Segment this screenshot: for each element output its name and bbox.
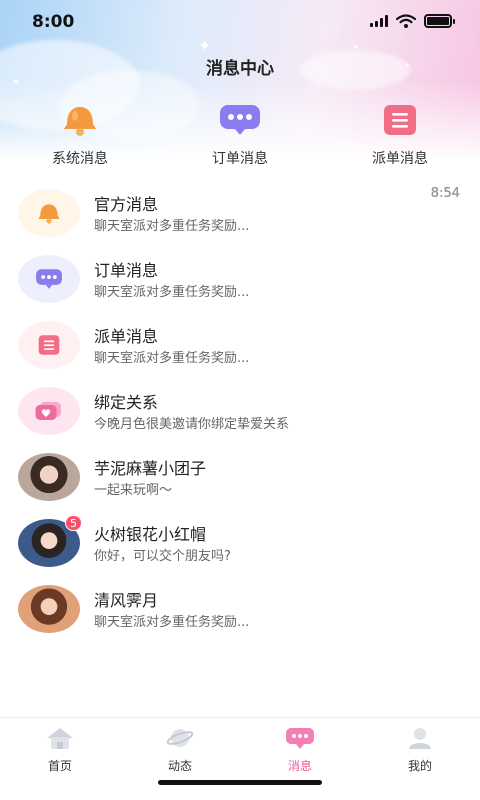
tab-profile[interactable]: 我的 — [360, 718, 480, 800]
message-time: 8:54 — [430, 186, 460, 201]
status-icons — [370, 14, 455, 28]
message-preview: 一起来玩啊～ — [94, 483, 173, 498]
bell-icon — [18, 189, 80, 237]
list-item[interactable]: 清风霁月 聊天室派对多重任务奖励... 8:54 — [0, 186, 480, 642]
message-title: 芋泥麻薯小团子 — [94, 459, 207, 478]
tab-messages[interactable]: 消息 — [240, 718, 360, 800]
message-preview: 今晚月色很美邀请你绑定挚爱关系 — [94, 417, 290, 432]
list-item[interactable]: 芋泥麻薯小团子 一起来玩啊～ 8:54 — [0, 186, 480, 510]
tab-home[interactable]: 首页 — [0, 718, 120, 800]
wifi-icon — [396, 14, 416, 28]
status-time: 8:00 — [32, 12, 75, 32]
battery-icon — [424, 14, 455, 28]
message-title: 清风霁月 — [94, 591, 159, 610]
tab-label: 动态 — [167, 759, 192, 773]
avatar — [18, 453, 80, 501]
message-preview: 聊天室派对多重任务奖励... — [94, 351, 250, 366]
list-item[interactable]: 绑定关系 今晚月色很美邀请你绑定挚爱关系 8:54 — [0, 186, 480, 444]
quick-label: 订单消息 — [212, 151, 268, 167]
page-title: 消息中心 — [206, 59, 274, 79]
avatar: 5 — [18, 515, 82, 567]
chat-bubble-icon — [18, 255, 80, 303]
quick-system-messages[interactable]: 系统消息 — [0, 100, 160, 168]
bell-icon — [58, 100, 102, 140]
tab-label: 消息 — [287, 759, 312, 773]
message-title: 官方消息 — [94, 195, 159, 214]
message-preview: 你好，可以交个朋友吗? — [94, 549, 231, 564]
message-title: 绑定关系 — [94, 393, 159, 412]
quick-label: 系统消息 — [52, 151, 108, 167]
heart-chat-icon — [18, 387, 80, 435]
list-item[interactable]: 派单消息 聊天室派对多重任务奖励... 8:54 — [0, 186, 480, 378]
unread-badge: 5 — [65, 515, 82, 531]
message-list: 官方消息 聊天室派对多重任务奖励... 8:54 订单消息 聊天室派对多重任务奖… — [0, 180, 480, 642]
avatar — [18, 585, 80, 633]
list-item[interactable]: 5 火树银花小红帽 你好，可以交个朋友吗? 8:54 — [0, 186, 480, 576]
message-preview: 聊天室派对多重任务奖励... — [94, 219, 250, 234]
tab-feed[interactable]: 动态 — [120, 718, 240, 800]
quick-actions: 系统消息 订单消息 派单消息 — [0, 100, 480, 168]
tab-bar: 首页 动态 消息 我的 — [0, 717, 480, 800]
message-title: 派单消息 — [94, 327, 159, 346]
message-icon — [284, 725, 316, 751]
home-indicator — [158, 780, 322, 785]
quick-dispatch-messages[interactable]: 派单消息 — [320, 100, 480, 168]
list-item[interactable]: 官方消息 聊天室派对多重任务奖励... 8:54 — [0, 180, 480, 246]
signal-icon — [370, 15, 388, 27]
chat-bubble-icon — [218, 100, 262, 140]
tab-label: 我的 — [407, 759, 432, 773]
tab-label: 首页 — [47, 759, 72, 773]
message-preview: 聊天室派对多重任务奖励... — [94, 285, 250, 300]
home-icon — [44, 725, 76, 751]
planet-icon — [164, 725, 196, 751]
message-title: 火树银花小红帽 — [94, 525, 207, 544]
quick-order-messages[interactable]: 订单消息 — [160, 100, 320, 168]
sparkle-icon: ✦ — [352, 43, 360, 53]
message-preview: 聊天室派对多重任务奖励... — [94, 615, 250, 630]
profile-icon — [404, 725, 436, 751]
list-icon — [378, 100, 422, 140]
status-bar: 8:00 — [0, 0, 480, 44]
list-item[interactable]: 订单消息 聊天室派对多重任务奖励... 8:54 — [0, 186, 480, 312]
quick-label: 派单消息 — [372, 151, 428, 167]
message-title: 订单消息 — [94, 261, 159, 280]
list-icon — [18, 321, 80, 369]
sparkle-icon: ✦ — [12, 77, 21, 88]
